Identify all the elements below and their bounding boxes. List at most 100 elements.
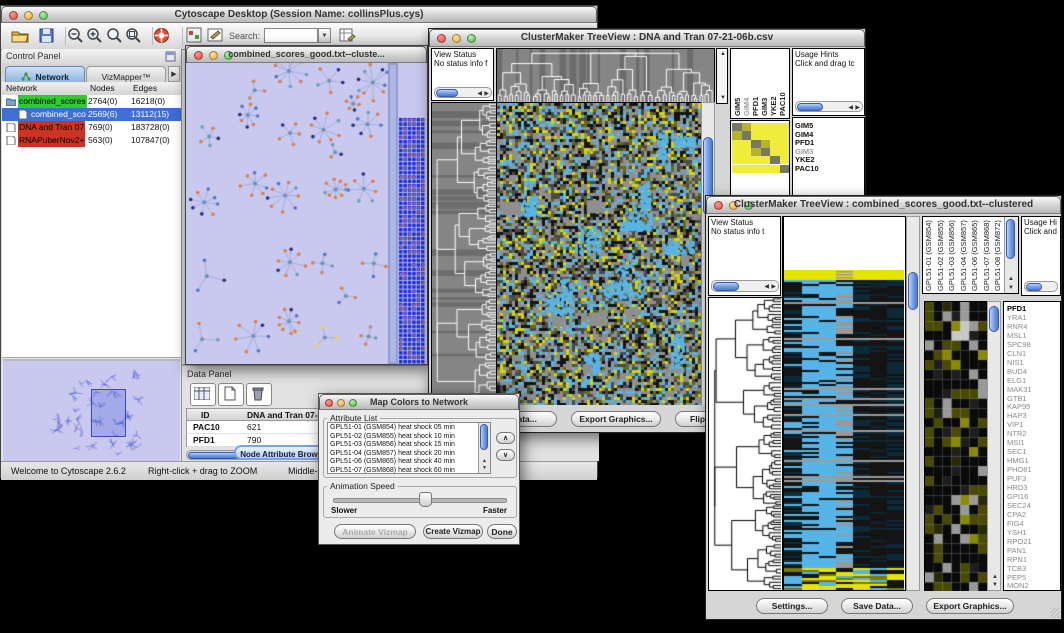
zoom-selected-icon[interactable] (125, 27, 142, 44)
network-overview-panel[interactable] (3, 359, 180, 463)
matrix-cell[interactable] (732, 156, 742, 164)
matrix-cell[interactable] (751, 140, 761, 148)
matrix-cell[interactable] (770, 140, 780, 148)
treeview1-column-labels[interactable]: GIM5GIM4PFD1GIM3YKE2PAC10 (730, 48, 790, 119)
tab-network[interactable]: Network (5, 66, 85, 82)
tab-overflow-button[interactable]: ▶ (168, 66, 180, 82)
table-edit-icon[interactable] (339, 27, 356, 43)
matrix-cell[interactable] (732, 131, 742, 139)
save-icon[interactable] (39, 28, 54, 43)
matrix-cell[interactable] (770, 148, 780, 156)
float-panel-icon[interactable] (165, 51, 176, 62)
col-edges[interactable]: Edges (133, 83, 157, 93)
treeview2-zoom-vscrollbar[interactable]: ▲▼ (987, 301, 1001, 591)
matrix-cell[interactable] (761, 123, 771, 131)
matrix-cell[interactable] (761, 148, 771, 156)
gene-label[interactable]: MSI1 (1007, 438, 1025, 447)
attribute-list-item[interactable]: GPL51-07 (GSM868) heat shock 60 min (330, 467, 455, 474)
attribute-list-item[interactable]: GPL51-03 (GSM856) heat shock 15 min (330, 441, 455, 448)
gene-label[interactable]: TCB3 (1007, 564, 1026, 573)
network-row[interactable]: RNAPuberNov2+563(0)107847(0) (2, 134, 181, 147)
attribute-list-item[interactable]: GPL51-06 (GSM865) heat shock 40 min (330, 458, 455, 465)
gene-label[interactable]: RNR4 (1007, 322, 1027, 331)
column-labels-vscrollbar[interactable]: ▲▼ (1004, 217, 1018, 293)
matrix-cell[interactable] (761, 140, 771, 148)
matrix-cell[interactable] (742, 131, 752, 139)
gene-label[interactable]: NTR2 (1007, 429, 1027, 438)
gene-label[interactable]: SEC24 (1007, 501, 1031, 510)
gene-label[interactable]: SPC98 (1007, 340, 1031, 349)
dialog-titlebar[interactable]: Map Colors to Network (319, 394, 519, 410)
gene-label[interactable]: VIP1 (1007, 420, 1023, 429)
gene-label[interactable]: YSH1 (1007, 528, 1027, 537)
move-up-button[interactable]: ∧ (496, 432, 515, 444)
gene-label[interactable]: PEP5 (1007, 573, 1026, 582)
gene-label[interactable]: FIG4 (1007, 519, 1024, 528)
main-titlebar[interactable]: Cytoscape Desktop (Session Name: collins… (1, 6, 597, 23)
matrix-cell[interactable] (761, 131, 771, 139)
matrix-cell[interactable] (732, 148, 742, 156)
help-lifering-icon[interactable] (153, 27, 170, 44)
treeview2-vscrollbar[interactable] (906, 216, 920, 591)
matrix-cell[interactable] (761, 156, 771, 164)
gene-label[interactable]: MSL1 (1007, 331, 1027, 340)
gene-label[interactable]: KAP95 (1007, 402, 1030, 411)
treeview2-titlebar[interactable]: ClusterMaker TreeView : combined_scores_… (706, 196, 1061, 214)
matrix-cell[interactable] (770, 156, 780, 164)
tab-vizmapper[interactable]: VizMapper™ (86, 66, 166, 82)
gene-label[interactable]: PAN1 (1007, 546, 1026, 555)
matrix-cell[interactable] (780, 131, 790, 139)
treeview2-save-data-button[interactable]: Save Data... (841, 598, 913, 614)
attribute-list-item[interactable]: GPL51-04 (GSM857) heat shock 20 min (330, 450, 455, 457)
gene-label[interactable]: CPA2 (1007, 510, 1026, 519)
resize-grip[interactable] (1050, 608, 1060, 618)
matrix-cell[interactable] (770, 131, 780, 139)
gene-label[interactable]: PHO81 (1007, 465, 1032, 474)
matrix-cell[interactable] (742, 148, 752, 156)
zoom-in-icon[interactable] (86, 27, 103, 44)
animation-slider-thumb[interactable] (419, 492, 432, 507)
treeview2-row-dendrogram[interactable] (709, 298, 781, 590)
treeview1-column-dendrogram[interactable] (496, 48, 715, 104)
gene-label[interactable]: NIS1 (1007, 358, 1024, 367)
gene-label[interactable]: CLN1 (1007, 349, 1026, 358)
col-network[interactable]: Network (6, 83, 37, 93)
treeview2-zoom-heatmap[interactable] (924, 301, 988, 593)
matrix-cell[interactable] (751, 148, 761, 156)
network-row[interactable]: DNA and Tran 07769(0)183728(0) (2, 121, 181, 134)
gene-label[interactable]: PFD1 (1007, 304, 1026, 313)
gene-label[interactable]: HRD3 (1007, 483, 1027, 492)
treeview2-settings-button[interactable]: Settings... (756, 598, 828, 614)
matrix-cell[interactable] (732, 165, 742, 173)
annotation-icon[interactable] (207, 27, 223, 43)
network-window-titlebar[interactable]: combined_scores_good.txt--cluste... (186, 46, 427, 63)
gene-label[interactable]: HMG1 (1007, 456, 1029, 465)
gene-label[interactable]: YRA1 (1007, 313, 1027, 322)
gene-label[interactable]: RPN1 (1007, 555, 1027, 564)
matrix-cell[interactable] (742, 165, 752, 173)
gene-label[interactable]: GPI16 (1007, 492, 1028, 501)
matrix-cell[interactable] (751, 156, 761, 164)
col-nodes[interactable]: Nodes (90, 83, 115, 93)
treeview2-column-labels[interactable]: ▲▼ GPL51-01 (GSM854)GPL51-02 (GSM855)GPL… (922, 216, 1019, 294)
animate-vizmap-button[interactable]: Animate Vizmap (334, 524, 416, 539)
matrix-cell[interactable] (780, 165, 790, 173)
overview-selection-rect[interactable] (91, 389, 126, 437)
open-file-icon[interactable] (11, 28, 29, 43)
treeview1-titlebar[interactable]: ClusterMaker TreeView : DNA and Tran 07-… (429, 29, 865, 47)
matrix-cell[interactable] (761, 165, 771, 173)
done-button[interactable]: Done (487, 524, 517, 539)
treeview1-row-dendrogram[interactable] (431, 102, 497, 408)
matrix-cell[interactable] (732, 123, 742, 131)
matrix-cell[interactable] (770, 165, 780, 173)
treeview1-dendro-scroll-strip[interactable]: ▲▼ (716, 48, 728, 104)
view-status-hscrollbar[interactable]: ◀▶ (711, 280, 779, 292)
matrix-cell[interactable] (751, 131, 761, 139)
treeview2-export-graphics-button[interactable]: Export Graphics... (926, 598, 1014, 614)
data-col-id[interactable]: ID (201, 410, 210, 420)
usage-hints-hscrollbar[interactable]: ◀▶ (795, 101, 863, 112)
attribute-list-vscrollbar[interactable]: ▲▼ (478, 423, 490, 473)
attribute-list-item[interactable]: GPL51-02 (GSM855) heat shock 10 min (330, 433, 455, 440)
gene-label[interactable]: PUF3 (1007, 474, 1026, 483)
search-input[interactable] (264, 28, 318, 43)
